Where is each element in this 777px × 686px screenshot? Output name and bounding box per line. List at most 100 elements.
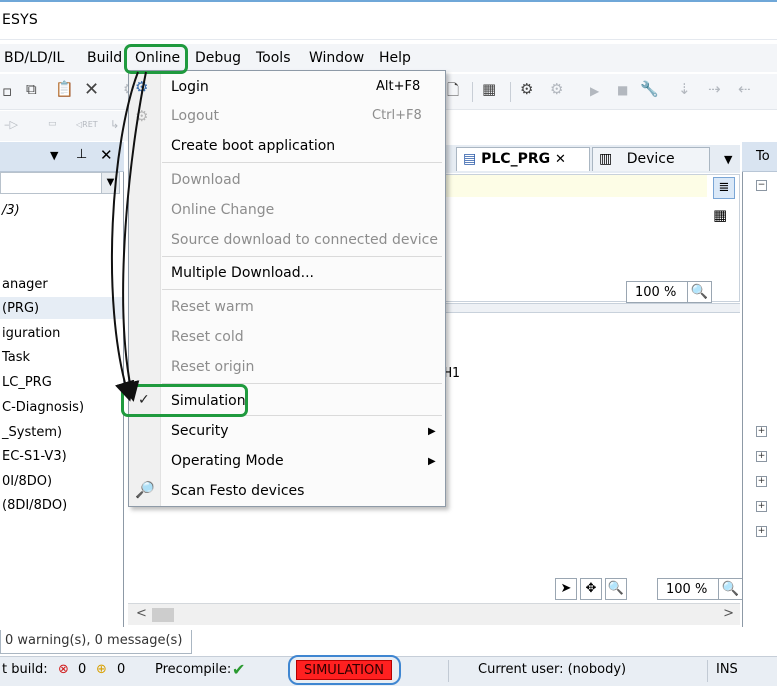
zoom-top-value: 100 % — [635, 285, 677, 300]
expand-icon[interactable]: + — [756, 476, 767, 487]
tree-item[interactable]: (8DI/8DO) — [2, 498, 67, 513]
menu-item-download[interactable]: Download — [171, 172, 241, 188]
menu-item-logout[interactable]: Logout — [171, 108, 219, 124]
online-menu-highlight — [124, 44, 188, 74]
menu-gutter — [129, 71, 161, 506]
device-icon: ▥ — [599, 151, 613, 167]
close-tab-icon[interactable]: ✕ — [555, 152, 566, 167]
warning-count: 0 — [117, 662, 126, 677]
menu-item-operating-mode[interactable]: Operating Mode — [171, 453, 284, 469]
tree-item[interactable]: anager — [2, 277, 48, 292]
tree-item[interactable]: LC_PRG — [2, 375, 52, 390]
simulation-badge: SIMULATION — [296, 660, 392, 680]
messages-tab[interactable]: 0 warning(s), 0 message(s) — [0, 630, 192, 654]
logout-gear-icon[interactable]: ⚙ — [550, 80, 563, 98]
horizontal-scrollbar[interactable]: < > — [128, 603, 740, 625]
close-pane-icon[interactable]: ✕ — [100, 146, 113, 164]
zoom-magnifier-icon[interactable]: 🔍 — [718, 579, 742, 599]
tab-list-chevron-icon[interactable]: ▼ — [724, 153, 732, 166]
expand-icon[interactable]: + — [756, 501, 767, 512]
expand-icon[interactable]: + — [756, 526, 767, 537]
toolbox-pane — [742, 142, 777, 627]
logout-gear-icon: ⚙ — [135, 107, 149, 125]
ret-label: RET — [82, 120, 98, 129]
last-build-label: t build: — [2, 662, 48, 677]
title-bar: ESYS — [0, 0, 777, 40]
delete-icon[interactable]: ✕ — [84, 79, 99, 100]
menu-item-reset-origin[interactable]: Reset origin — [171, 359, 254, 375]
pane-menu-icon[interactable]: ▼ — [50, 149, 58, 162]
menu-item-multiple-download[interactable]: Multiple Download... — [171, 265, 314, 281]
wrench-icon[interactable]: 🔧 — [640, 80, 659, 98]
collapse-icon[interactable]: − — [756, 180, 767, 191]
menu-item-scan-festo-devices[interactable]: Scan Festo devices — [171, 483, 304, 499]
expand-icon[interactable]: + — [756, 426, 767, 437]
window-top-border — [0, 0, 777, 2]
menu-help[interactable]: Help — [379, 50, 411, 66]
insert-return-icon[interactable]: ◁RET — [76, 120, 98, 129]
tree-item[interactable]: C-Diagnosis) — [2, 400, 84, 415]
menu-item-create-boot-application[interactable]: Create boot application — [171, 138, 335, 154]
chevron-down-icon[interactable]: ▼ — [101, 173, 119, 193]
tree-item[interactable]: _System) — [2, 425, 62, 440]
zoom-bottom[interactable]: 100 % 🔍 — [657, 578, 743, 600]
tab-device-label: Device — [626, 151, 675, 167]
messages-tab-label: 0 warning(s), 0 message(s) — [5, 633, 183, 648]
pointer-tool-icon[interactable]: ➤ — [555, 578, 577, 600]
menu-item-reset-cold[interactable]: Reset cold — [171, 329, 244, 345]
menu-separator — [162, 289, 442, 290]
insert-jump-icon[interactable]: ↳ — [110, 118, 119, 131]
check-icon: ✔ — [232, 660, 246, 679]
insert-mode: INS — [716, 662, 738, 677]
menu-item-reset-warm[interactable]: Reset warm — [171, 299, 254, 315]
login-gear-icon: ⚙ — [135, 78, 149, 96]
menu-build[interactable]: Build — [87, 50, 122, 66]
tree-item[interactable]: EC-S1-V3) — [2, 449, 67, 464]
magnifier-icon: 🔎 — [135, 480, 155, 499]
grid-icon[interactable]: ▦ — [482, 80, 496, 98]
step-out-icon[interactable]: ⇠ — [738, 80, 751, 98]
pin-icon[interactable]: ⊥ — [76, 147, 87, 162]
zoom-top[interactable]: 100 % 🔍 — [626, 281, 712, 303]
page-icon[interactable]: 🗋 — [447, 80, 459, 105]
menu-debug[interactable]: Debug — [195, 50, 241, 66]
shortcut-logout: Ctrl+F8 — [372, 108, 422, 123]
scroll-left-icon[interactable]: < — [136, 606, 147, 621]
scroll-thumb[interactable] — [152, 608, 174, 622]
paste-icon[interactable]: 📋 — [55, 80, 74, 98]
device-combo[interactable]: ▼ — [0, 172, 120, 194]
insert-contact-icon[interactable]: –▷ — [4, 118, 18, 131]
zoom-magnifier-icon[interactable]: 🔍 — [687, 282, 711, 302]
textual-view-icon[interactable]: ≣ — [713, 177, 735, 199]
menu-item-online-change[interactable]: Online Change — [171, 202, 274, 218]
step-into-icon[interactable]: ⇣ — [678, 80, 691, 98]
submenu-arrow-icon: ▶ — [428, 456, 436, 467]
step-over-icon[interactable]: ⇢ — [708, 80, 721, 98]
tree-item[interactable]: /3) — [2, 203, 20, 218]
zoom-tool-icon[interactable]: 🔍 — [605, 578, 627, 600]
tree-item[interactable]: iguration — [2, 326, 60, 341]
scroll-right-icon[interactable]: > — [723, 606, 734, 621]
tree-item[interactable]: (PRG) — [2, 301, 39, 316]
tree-item[interactable]: 0I/8DO) — [2, 474, 52, 489]
program-icon: ▤ — [463, 151, 477, 167]
login-gear-icon[interactable]: ⚙ — [520, 80, 533, 98]
menu-item-security[interactable]: Security — [171, 423, 229, 439]
tab-device[interactable]: ▥ Device — [592, 147, 710, 171]
stop-icon[interactable]: ■ — [617, 83, 628, 97]
expand-icon[interactable]: + — [756, 451, 767, 462]
menu-tools[interactable]: Tools — [256, 50, 291, 66]
menu-item-source-download[interactable]: Source download to connected device — [171, 232, 438, 248]
menu-window[interactable]: Window — [309, 50, 364, 66]
menu-bd-ld-il[interactable]: BD/LD/IL — [4, 50, 64, 66]
insert-box-icon[interactable]: ▭ — [48, 119, 57, 129]
pan-tool-icon[interactable]: ✥ — [580, 578, 602, 600]
new-file-icon[interactable]: ▫ — [2, 82, 12, 100]
copy-icon[interactable]: ⧉ — [26, 80, 37, 98]
tabular-view-icon[interactable]: ▦ — [713, 206, 727, 224]
menu-item-login[interactable]: Login — [171, 79, 209, 95]
start-icon[interactable]: ▶ — [590, 84, 599, 98]
status-divider — [448, 660, 449, 682]
tab-plc-prg[interactable]: ▤ PLC_PRG ✕ — [456, 147, 590, 171]
tree-item[interactable]: Task — [2, 350, 30, 365]
